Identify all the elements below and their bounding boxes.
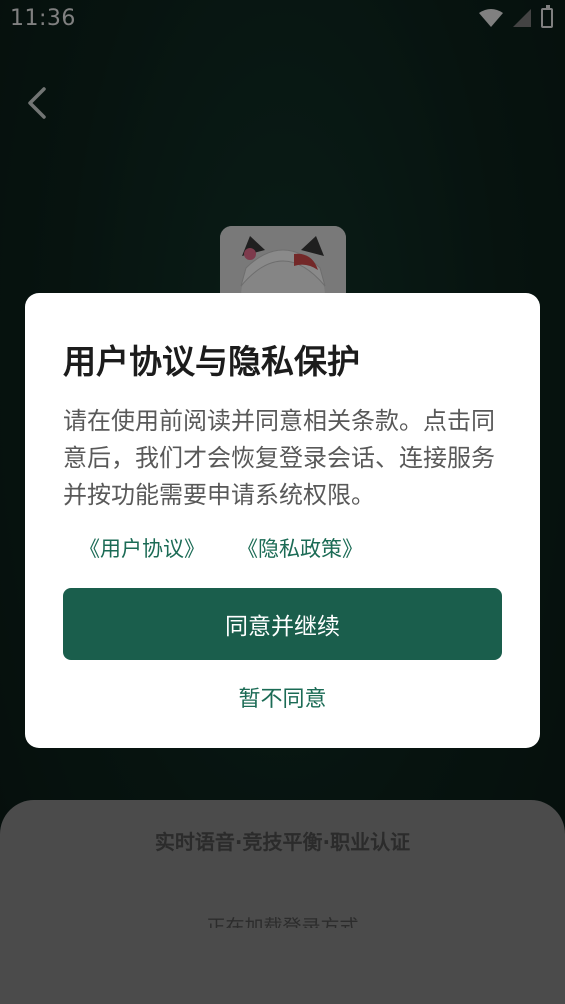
decline-button[interactable]: 暂不同意: [25, 681, 540, 713]
sheet-tagline: 实时语音·竞技平衡·职业认证: [154, 830, 411, 854]
app-screen: 11:36 实时语音·竞技平衡·职业认证 正在加载登录方式 用户协议与隐私保护 …: [0, 0, 565, 1004]
dialog-title: 用户协议与隐私保护: [63, 342, 360, 381]
login-bottom-sheet: 实时语音·竞技平衡·职业认证 正在加载登录方式: [0, 800, 565, 1004]
agree-button[interactable]: 同意并继续: [63, 588, 502, 660]
loading-text: 正在加载登录方式: [206, 916, 359, 928]
user-agreement-link[interactable]: 《用户协议》: [79, 533, 205, 563]
privacy-dialog: 用户协议与隐私保护 请在使用前阅读并同意相关条款。点击同意后，我们才会恢复登录会…: [25, 293, 540, 748]
dialog-body: 请在使用前阅读并同意相关条款。点击同意后，我们才会恢复登录会话、连接服务并按功能…: [63, 407, 495, 509]
privacy-policy-link[interactable]: 《隐私政策》: [237, 533, 363, 563]
